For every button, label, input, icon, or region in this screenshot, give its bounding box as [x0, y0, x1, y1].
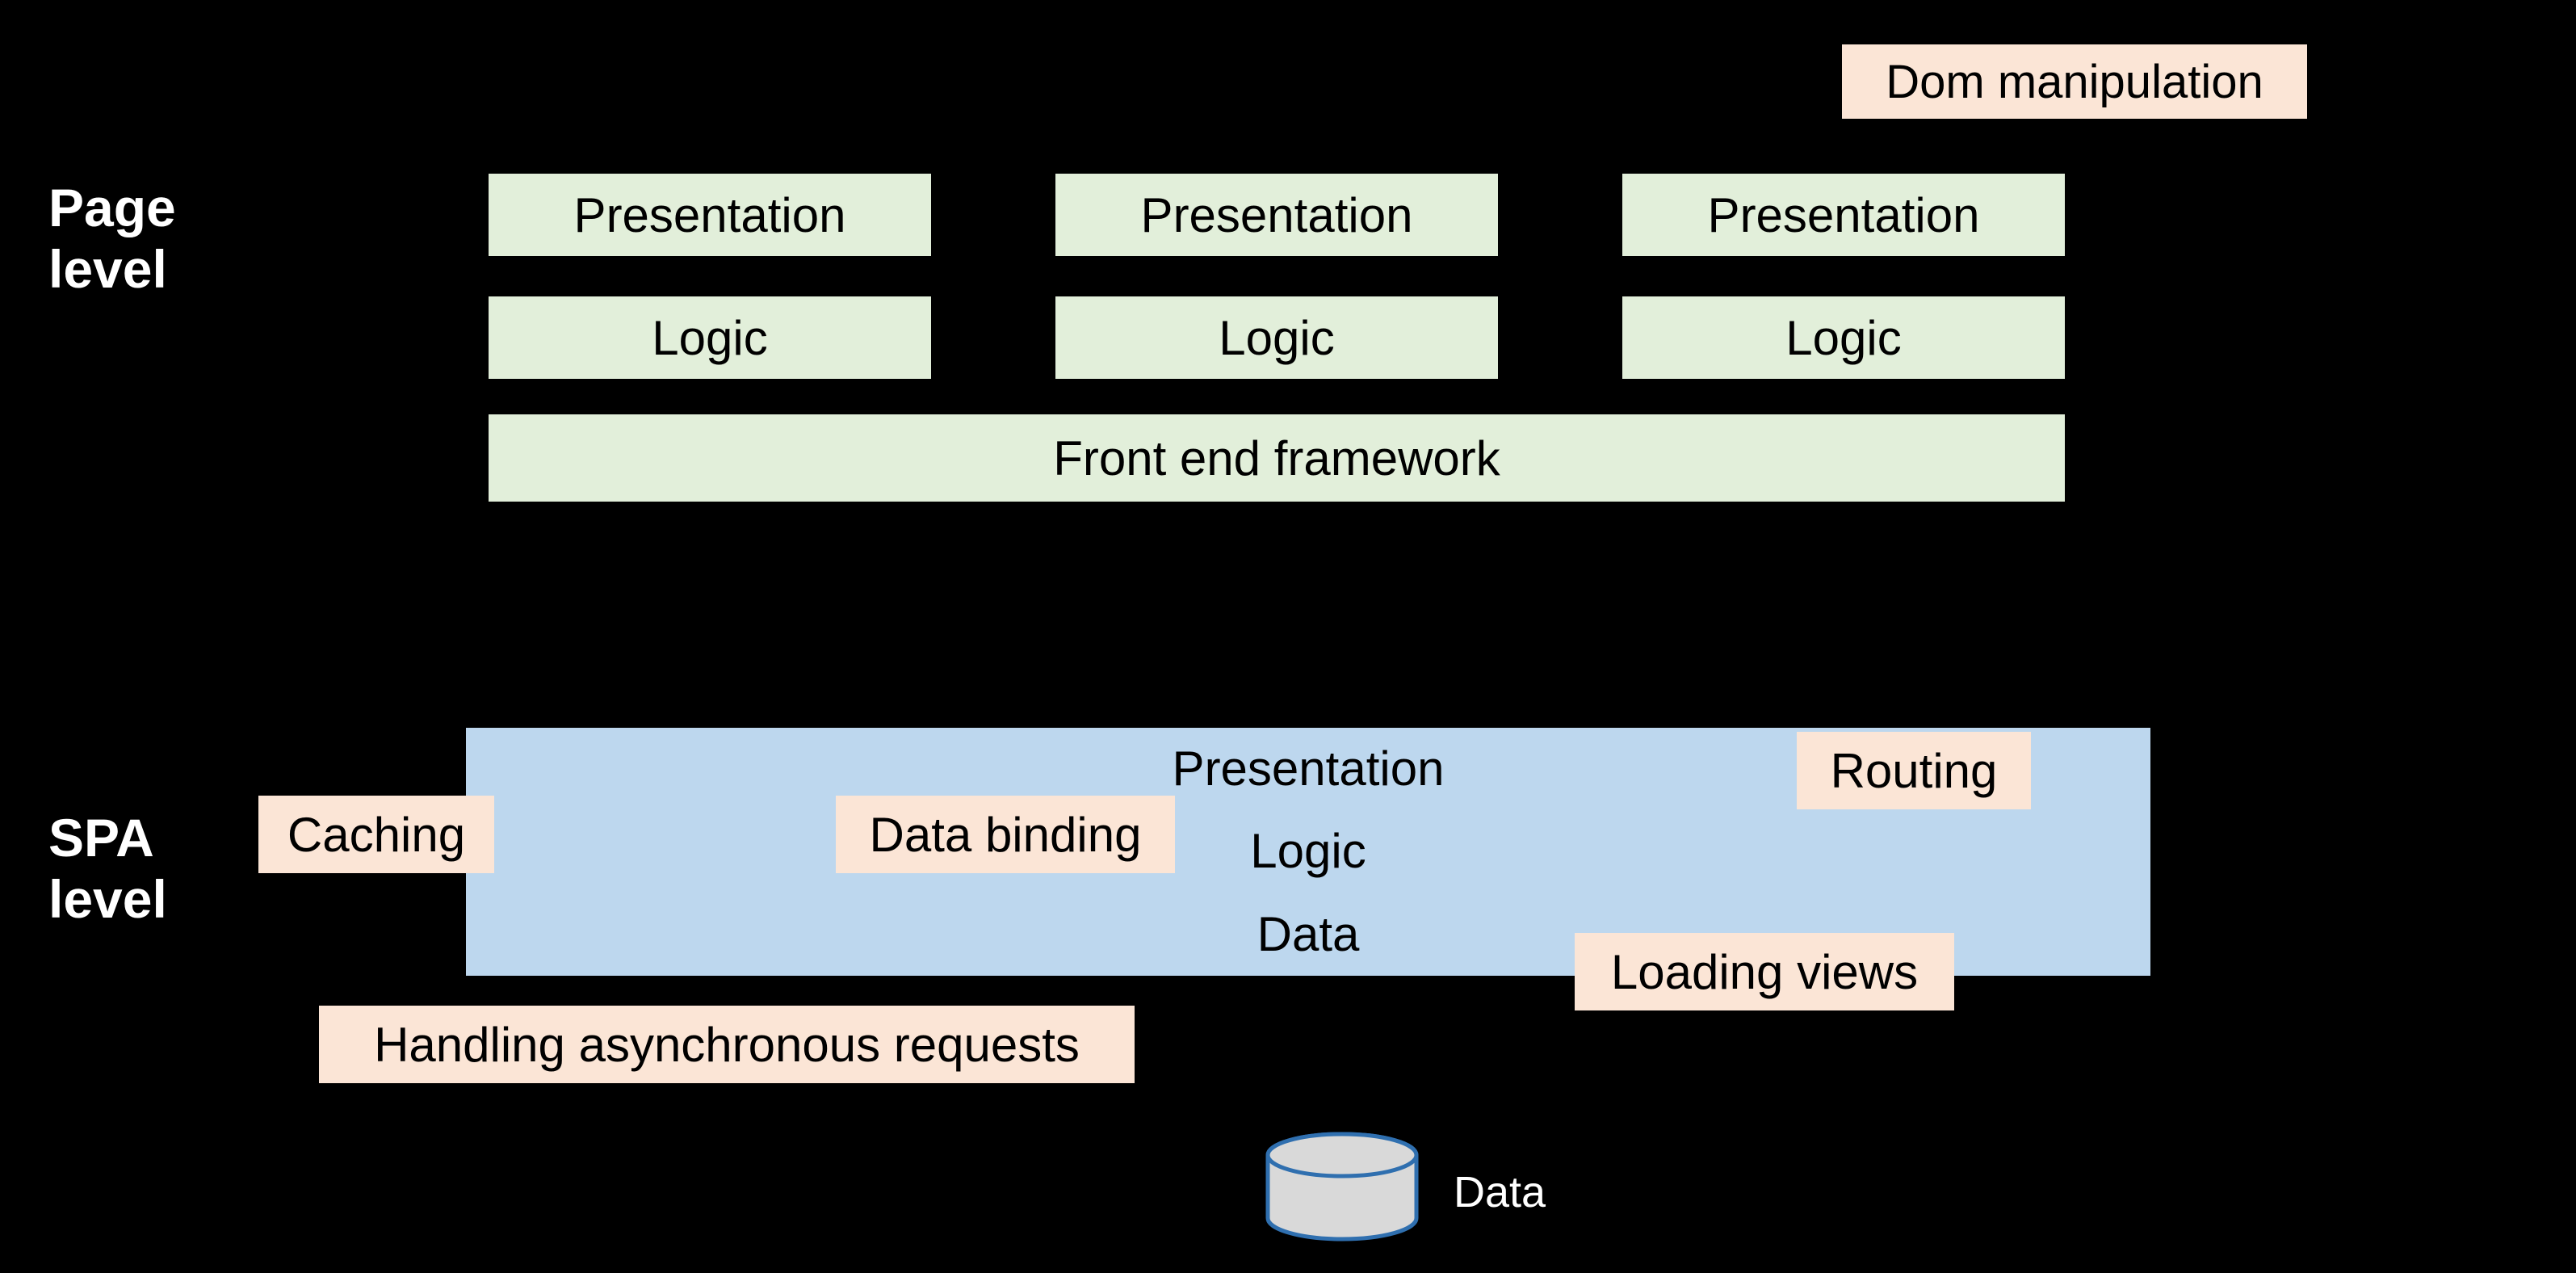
tag-data-binding: Data binding [836, 796, 1175, 873]
page-level-label: Pagelevel [48, 178, 176, 300]
col3-logic: Logic [1621, 295, 2066, 380]
col2-logic: Logic [1054, 295, 1500, 380]
tag-routing: Routing [1797, 732, 2031, 809]
front-end-framework-bar: Front end framework [487, 413, 2066, 503]
data-footer-label: Data [1454, 1167, 1546, 1217]
tag-dom-manipulation: Dom manipulation [1842, 44, 2307, 119]
spa-logic-row: Logic [464, 809, 2152, 894]
col1-presentation: Presentation [487, 172, 933, 258]
database-icon [1261, 1131, 1423, 1244]
tag-caching: Caching [258, 796, 494, 873]
spa-level-label: SPAlevel [48, 808, 167, 931]
tag-async-requests: Handling asynchronous requests [319, 1006, 1135, 1083]
col3-presentation: Presentation [1621, 172, 2066, 258]
col2-presentation: Presentation [1054, 172, 1500, 258]
col1-logic: Logic [487, 295, 933, 380]
tag-loading-views: Loading views [1575, 933, 1954, 1010]
